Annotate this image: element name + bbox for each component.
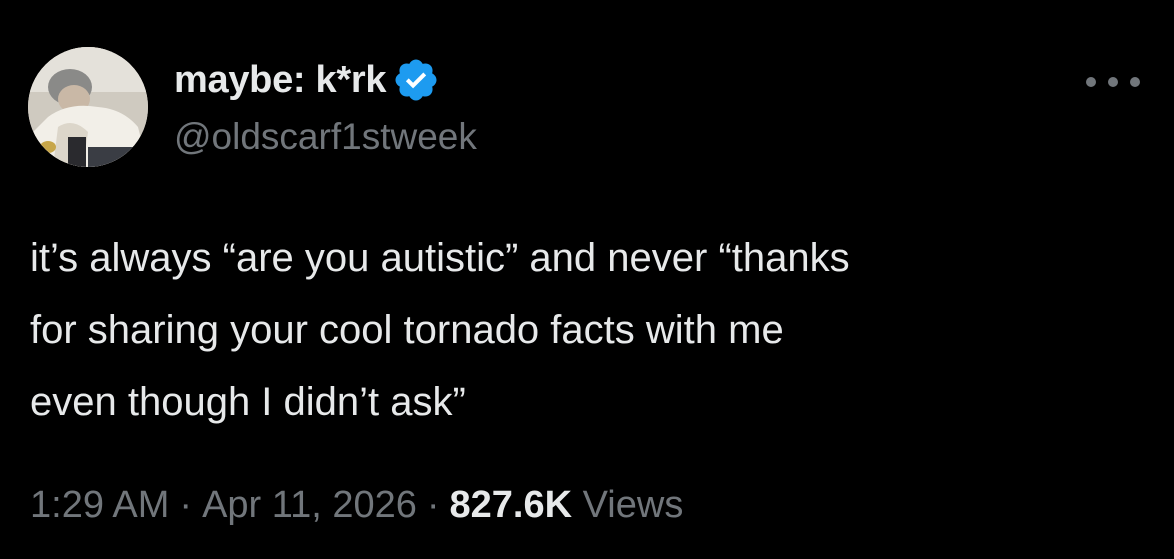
views-count[interactable]: 827.6K bbox=[450, 484, 573, 526]
author-name-row[interactable]: maybe: k*rk bbox=[174, 59, 440, 102]
avatar-photo bbox=[28, 47, 148, 167]
author-handle[interactable]: @oldscarf1stweek bbox=[174, 116, 477, 158]
display-name[interactable]: maybe: k*rk bbox=[174, 59, 386, 102]
meta-separator: · bbox=[426, 484, 440, 526]
tweet-meta: 1:29 AM · Apr 11, 2026 · 827.6K Views bbox=[30, 484, 683, 527]
tweet-card: maybe: k*rk @oldscarf1stweek it’s always… bbox=[0, 0, 1174, 559]
more-options-icon-dot bbox=[1108, 77, 1118, 87]
avatar[interactable] bbox=[28, 47, 148, 167]
more-options-button[interactable] bbox=[1086, 62, 1140, 102]
tweet-date[interactable]: Apr 11, 2026 bbox=[202, 484, 417, 526]
more-options-icon-dot bbox=[1130, 77, 1140, 87]
tweet-time[interactable]: 1:29 AM bbox=[30, 484, 169, 526]
meta-separator: · bbox=[179, 484, 193, 526]
tweet-text: it’s always “are you autistic” and never… bbox=[30, 222, 1150, 438]
tweet-text-line: it’s always “are you autistic” and never… bbox=[30, 236, 850, 280]
more-options-icon bbox=[1086, 77, 1096, 87]
verified-badge-icon bbox=[392, 56, 440, 104]
views-label: Views bbox=[582, 484, 684, 526]
tweet-text-line: even though I didn’t ask” bbox=[30, 380, 466, 424]
tweet-text-line: for sharing your cool tornado facts with… bbox=[30, 308, 784, 352]
